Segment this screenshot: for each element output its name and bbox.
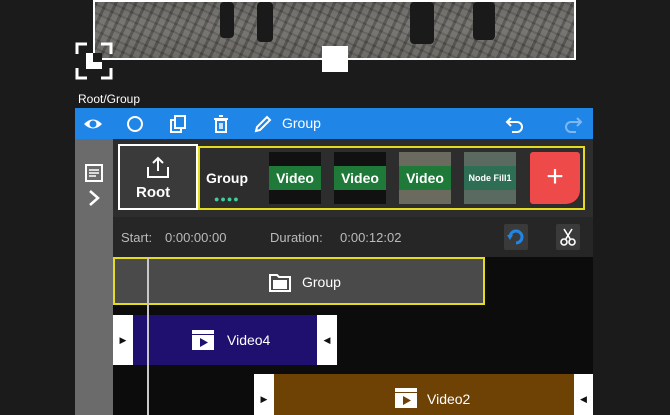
preview-figure bbox=[410, 2, 434, 44]
side-panel bbox=[75, 139, 113, 415]
trash-icon[interactable] bbox=[211, 114, 231, 134]
clip-video2[interactable]: Video2 bbox=[274, 374, 574, 415]
redo-icon[interactable] bbox=[563, 114, 583, 134]
eye-icon[interactable] bbox=[83, 114, 103, 134]
track-group[interactable]: Group bbox=[113, 257, 485, 305]
root-node[interactable]: Root bbox=[118, 144, 198, 210]
video-clip-icon bbox=[395, 388, 417, 408]
video-node-thumb[interactable]: Video bbox=[269, 152, 321, 204]
add-node-button[interactable]: + bbox=[530, 152, 580, 204]
group-dots: ●●●● bbox=[214, 194, 240, 204]
clip-video4[interactable]: Video4 bbox=[133, 315, 317, 365]
playhead[interactable] bbox=[147, 257, 149, 415]
video-node-thumb[interactable]: Video bbox=[399, 152, 451, 204]
crop-corner-icon[interactable] bbox=[75, 42, 113, 80]
thumb-label: Video bbox=[334, 166, 386, 190]
export-icon bbox=[147, 156, 169, 178]
root-label: Root bbox=[136, 184, 171, 201]
duration-label: Duration: bbox=[270, 230, 323, 245]
clip-right-handle[interactable]: ◀ bbox=[317, 315, 337, 365]
group-node-label[interactable]: Group bbox=[206, 170, 248, 186]
toolbar: Group bbox=[75, 108, 593, 139]
list-icon[interactable] bbox=[84, 164, 104, 182]
preview-figure bbox=[473, 2, 495, 40]
thumb-label: Node Fill1 bbox=[464, 166, 516, 190]
thumb-label: Video bbox=[269, 166, 321, 190]
clip-label: Video4 bbox=[227, 332, 271, 348]
undo-icon[interactable] bbox=[505, 114, 525, 134]
fill-node-thumb[interactable]: Node Fill1 bbox=[464, 152, 516, 204]
duration-value: 0:00:12:02 bbox=[340, 230, 402, 245]
video-clip-icon bbox=[192, 330, 214, 350]
start-value: 0:00:00:00 bbox=[165, 230, 227, 245]
folder-icon bbox=[269, 274, 291, 292]
copy-icon[interactable] bbox=[168, 114, 188, 134]
clip-label: Video2 bbox=[427, 391, 471, 407]
scissors-icon bbox=[560, 228, 576, 246]
selected-nodes-frame bbox=[198, 146, 585, 210]
track-group-label: Group bbox=[302, 274, 341, 290]
resize-handle[interactable] bbox=[322, 46, 348, 72]
clip-right-handle[interactable]: ◀ bbox=[574, 374, 593, 415]
pencil-icon[interactable] bbox=[253, 114, 273, 134]
circle-icon[interactable] bbox=[125, 114, 145, 134]
thumb-label: Video bbox=[399, 166, 451, 190]
preview-figure bbox=[220, 2, 234, 38]
video-node-thumb[interactable]: Video bbox=[334, 152, 386, 204]
breadcrumb: Root/Group bbox=[78, 92, 141, 106]
clip-left-handle[interactable]: ▶ bbox=[113, 315, 133, 365]
clip-left-handle[interactable]: ▶ bbox=[254, 374, 274, 415]
chevron-right-icon[interactable] bbox=[87, 189, 101, 207]
snap-button[interactable] bbox=[504, 224, 528, 250]
rotate-icon bbox=[507, 229, 524, 245]
preview-figure bbox=[257, 2, 273, 42]
split-button[interactable] bbox=[556, 224, 580, 250]
toolbar-label: Group bbox=[282, 115, 321, 131]
start-label: Start: bbox=[121, 230, 153, 245]
